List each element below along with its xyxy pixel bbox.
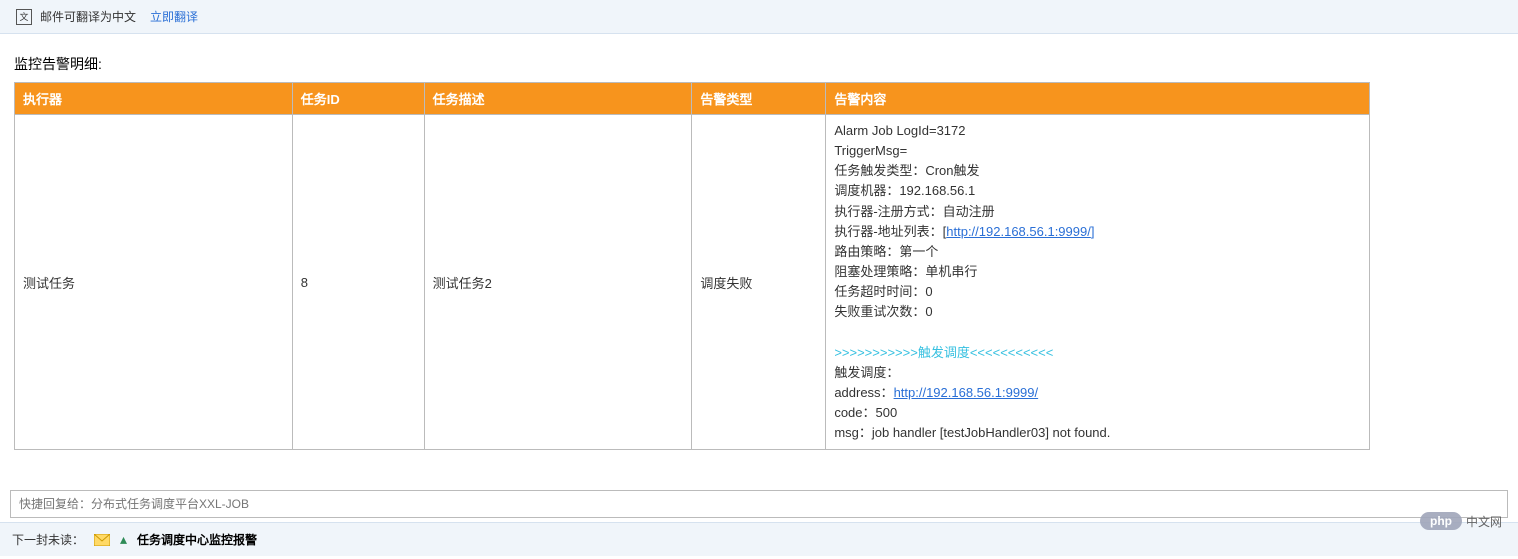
cell-executor: 测试任务 [15, 115, 293, 450]
translate-now-link[interactable]: 立即翻译 [150, 8, 198, 25]
header-job-desc: 任务描述 [424, 83, 692, 115]
section-title: 监控告警明细: [14, 54, 1504, 74]
quick-reply-input[interactable] [10, 490, 1508, 518]
cell-alarm-type: 调度失败 [692, 115, 826, 450]
alarm-line [834, 322, 1361, 342]
alarm-table: 执行器 任务ID 任务描述 告警类型 告警内容 测试任务 8 测试任务2 调度失… [14, 82, 1370, 450]
alarm-line: 调度机器：192.168.56.1 [834, 181, 1361, 201]
alarm-line: 任务触发类型：Cron触发 [834, 161, 1361, 181]
address-list-prefix: 执行器-地址列表：[ [834, 224, 946, 239]
translate-text: 邮件可翻译为中文 [40, 8, 136, 25]
next-label: 下一封未读： [12, 531, 84, 548]
mail-icon [94, 534, 110, 546]
reply-section [0, 490, 1518, 518]
alarm-line: 执行器-地址列表：[http://192.168.56.1:9999/] [834, 222, 1361, 242]
alarm-line: 路由策略：第一个 [834, 242, 1361, 262]
alarm-line: 阻塞处理策略：单机串行 [834, 262, 1361, 282]
alarm-line: 任务超时时间：0 [834, 282, 1361, 302]
header-alarm-type: 告警类型 [692, 83, 826, 115]
flag-icon: ▴ [120, 531, 127, 548]
watermark-logo: php 中文网 [1420, 512, 1502, 530]
alarm-line: address：http://192.168.56.1:9999/ [834, 383, 1361, 403]
alarm-line: 失败重试次数：0 [834, 302, 1361, 322]
cell-alarm-content: Alarm Job LogId=3172 TriggerMsg= 任务触发类型：… [826, 115, 1370, 450]
table-row: 测试任务 8 测试任务2 调度失败 Alarm Job LogId=3172 T… [15, 115, 1370, 450]
alarm-line: code：500 [834, 403, 1361, 423]
php-badge: php [1420, 512, 1462, 530]
alarm-line: 执行器-注册方式：自动注册 [834, 202, 1361, 222]
mail-content: 监控告警明细: 执行器 任务ID 任务描述 告警类型 告警内容 测试任务 8 测… [0, 34, 1518, 460]
header-executor: 执行器 [15, 83, 293, 115]
header-job-id: 任务ID [292, 83, 424, 115]
alarm-line: Alarm Job LogId=3172 [834, 121, 1361, 141]
address-prefix: address： [834, 385, 893, 400]
cn-text: 中文网 [1466, 513, 1502, 530]
alarm-line: TriggerMsg= [834, 141, 1361, 161]
header-alarm-content: 告警内容 [826, 83, 1370, 115]
next-mail-title[interactable]: 任务调度中心监控报警 [137, 531, 257, 548]
cell-job-desc: 测试任务2 [424, 115, 692, 450]
executor-address-link[interactable]: http://192.168.56.1:9999/ [946, 224, 1091, 239]
next-unread-bar: 下一封未读： ▴ 任务调度中心监控报警 [0, 522, 1518, 556]
trigger-divider: >>>>>>>>>>>触发调度<<<<<<<<<<< [834, 343, 1361, 363]
address-list-suffix: ] [1091, 224, 1095, 239]
translate-icon: 文 [16, 9, 32, 25]
cell-job-id: 8 [292, 115, 424, 450]
address-link[interactable]: http://192.168.56.1:9999/ [894, 385, 1039, 400]
alarm-line: 触发调度： [834, 363, 1361, 383]
table-header-row: 执行器 任务ID 任务描述 告警类型 告警内容 [15, 83, 1370, 115]
translate-bar: 文 邮件可翻译为中文 立即翻译 [0, 0, 1518, 34]
alarm-line: msg：job handler [testJobHandler03] not f… [834, 423, 1361, 443]
